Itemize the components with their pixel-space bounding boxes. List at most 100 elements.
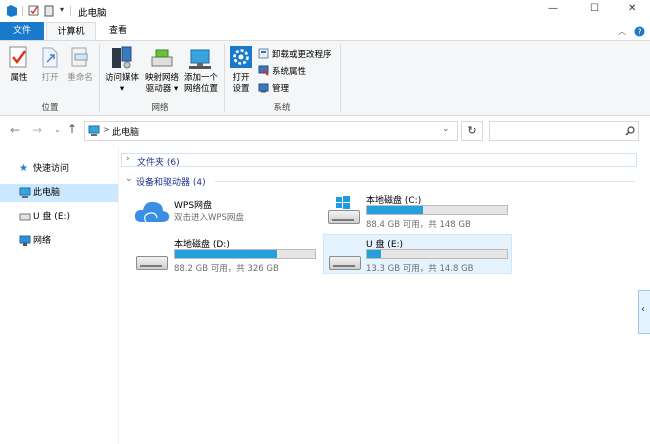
drive-usage-fill — [367, 206, 423, 214]
add-network-location-label: 添加一个 — [183, 73, 218, 83]
maximize-button[interactable]: ☐ — [590, 3, 599, 14]
refresh-button[interactable]: ↻ — [461, 121, 483, 141]
group-separator — [224, 44, 225, 112]
tab-computer[interactable]: 计算机 — [46, 22, 96, 40]
sidebar-item-label: 网络 — [33, 236, 52, 246]
open-icon — [42, 47, 58, 68]
folders-group-label: 文件夹 (6) — [137, 158, 180, 168]
uninstall-program-button[interactable]: 卸载或更改程序 — [258, 48, 348, 60]
drives-group-header[interactable]: ⌄ 设备和驱动器 (4) — [121, 174, 637, 188]
title-bar: ▾ 此电脑 — ☐ ✕ — [0, 0, 650, 22]
star-icon: ★ — [19, 163, 28, 174]
window-title: 此电脑 — [78, 8, 107, 19]
rename-icon — [71, 47, 88, 67]
system-properties-button[interactable]: 系统属性 — [258, 65, 348, 77]
sidebar-item-label: U 盘 (E:) — [33, 212, 71, 222]
forward-arrow-icon[interactable]: → — [32, 123, 42, 137]
drive-usage-fill — [367, 250, 381, 258]
map-network-drive-label: 映射网络 — [144, 73, 179, 83]
refresh-icon: ↻ — [467, 124, 477, 137]
close-button[interactable]: ✕ — [628, 3, 636, 14]
drive-d[interactable]: 本地磁盘 (D:) 88.2 GB 可用，共 326 GB — [128, 234, 318, 274]
usb-drive-icon — [19, 213, 31, 221]
network-icon — [19, 235, 31, 246]
media-server-icon — [112, 46, 132, 69]
settings-gear-icon — [230, 46, 252, 68]
drive-subtitle: 双击进入WPS网盘 — [174, 213, 244, 223]
back-arrow-icon[interactable]: ← — [10, 123, 20, 137]
windows-logo-icon — [336, 196, 350, 209]
recent-locations-chevron-icon[interactable]: ⌄ — [54, 125, 61, 134]
computer-icon — [19, 187, 31, 198]
search-icon — [625, 126, 635, 136]
quick-access-toolbar-dropdown-icon[interactable]: ▾ — [60, 5, 64, 14]
tab-file[interactable]: 文件 — [0, 22, 44, 40]
uninstall-program-label: 卸载或更改程序 — [272, 50, 332, 60]
drive-usage-bar — [174, 249, 316, 259]
address-history-dropdown-icon[interactable]: ⌄ — [442, 124, 450, 134]
address-bar[interactable]: > 此电脑 ⌄ — [84, 121, 458, 141]
drive-usage-fill — [175, 250, 278, 258]
chevron-left-icon: ‹ — [641, 304, 645, 315]
access-media-button[interactable]: 访问媒体 ▾ — [101, 73, 143, 95]
drives-group-label: 设备和驱动器 (4) — [136, 178, 206, 188]
sidebar-item-label: 快速访问 — [33, 164, 70, 174]
location-group-label: 位置 — [41, 103, 59, 113]
up-arrow-icon[interactable]: ↑ — [67, 122, 77, 136]
system-properties-icon — [258, 65, 269, 76]
toolbar-divider — [70, 6, 71, 16]
uninstall-icon — [258, 48, 269, 59]
open-settings-button[interactable]: 打开 设置 — [226, 73, 256, 95]
drive-c[interactable]: 本地磁盘 (C:) 88.4 GB 可用，共 148 GB — [322, 190, 512, 232]
drive-name: WPS网盘 — [174, 201, 213, 211]
hard-drive-icon — [136, 256, 168, 270]
rename-button[interactable]: 重命名 — [64, 73, 96, 84]
group-divider-line — [215, 181, 635, 182]
search-input[interactable] — [489, 121, 639, 141]
properties-button[interactable]: 属性 — [2, 73, 36, 84]
tab-view[interactable]: 查看 — [98, 22, 138, 40]
sidebar-item-usb-drive[interactable]: U 盘 (E:) — [0, 208, 118, 226]
network-group-label: 网络 — [151, 103, 169, 113]
breadcrumb-this-pc[interactable]: 此电脑 — [112, 125, 139, 138]
add-network-location-icon — [189, 49, 211, 69]
open-settings-label: 打开 — [232, 73, 250, 83]
map-network-drive-label-2: 驱动器 ▾ — [145, 84, 179, 94]
map-network-drive-button[interactable]: 映射网络 驱动器 ▾ — [141, 73, 183, 95]
properties-icon — [9, 46, 27, 68]
windows-drive-icon — [328, 210, 360, 224]
drive-usage-bar — [366, 249, 508, 259]
help-icon[interactable]: ? — [634, 26, 645, 37]
group-separator — [99, 44, 100, 112]
drive-subtitle: 88.4 GB 可用，共 148 GB — [366, 220, 471, 230]
properties-quick-icon[interactable] — [28, 5, 39, 16]
folders-group-header[interactable]: › 文件夹 (6) — [121, 153, 637, 168]
open-button[interactable]: 打开 — [36, 73, 64, 84]
chevron-up-icon[interactable]: ︿ — [618, 26, 626, 37]
drive-wps-cloud[interactable]: WPS网盘 双击进入WPS网盘 — [128, 194, 316, 234]
sidebar-item-quick-access[interactable]: ★ 快速访问 — [0, 160, 118, 178]
group-separator — [340, 44, 341, 112]
pane-divider — [118, 146, 119, 444]
new-folder-quick-icon[interactable] — [44, 5, 54, 17]
sidebar-item-this-pc[interactable]: 此电脑 — [0, 184, 118, 202]
usb-drive-icon — [329, 256, 361, 270]
drive-subtitle: 13.3 GB 可用，共 14.8 GB — [366, 264, 474, 274]
drive-e-usb[interactable]: U 盘 (E:) 13.3 GB 可用，共 14.8 GB — [323, 234, 512, 274]
minimize-button[interactable]: — — [548, 3, 558, 14]
manage-button[interactable]: 管理 — [258, 82, 348, 94]
system-group-label: 系统 — [273, 103, 291, 113]
svg-text:?: ? — [637, 28, 641, 37]
sidebar-item-network[interactable]: 网络 — [0, 232, 118, 250]
breadcrumb-separator[interactable]: > — [103, 125, 110, 134]
add-network-location-label-2: 网络位置 — [183, 84, 218, 94]
explorer-icon — [7, 5, 17, 17]
side-panel-toggle[interactable]: ‹ — [638, 290, 650, 334]
toolbar-divider — [22, 6, 23, 16]
drive-subtitle: 88.2 GB 可用，共 326 GB — [174, 264, 279, 274]
add-network-location-button[interactable]: 添加一个 网络位置 — [180, 73, 222, 95]
drive-usage-bar — [366, 205, 508, 215]
map-network-drive-icon — [151, 49, 173, 67]
chevron-down-icon: ⌄ — [125, 174, 133, 184]
computer-address-icon — [88, 125, 100, 136]
